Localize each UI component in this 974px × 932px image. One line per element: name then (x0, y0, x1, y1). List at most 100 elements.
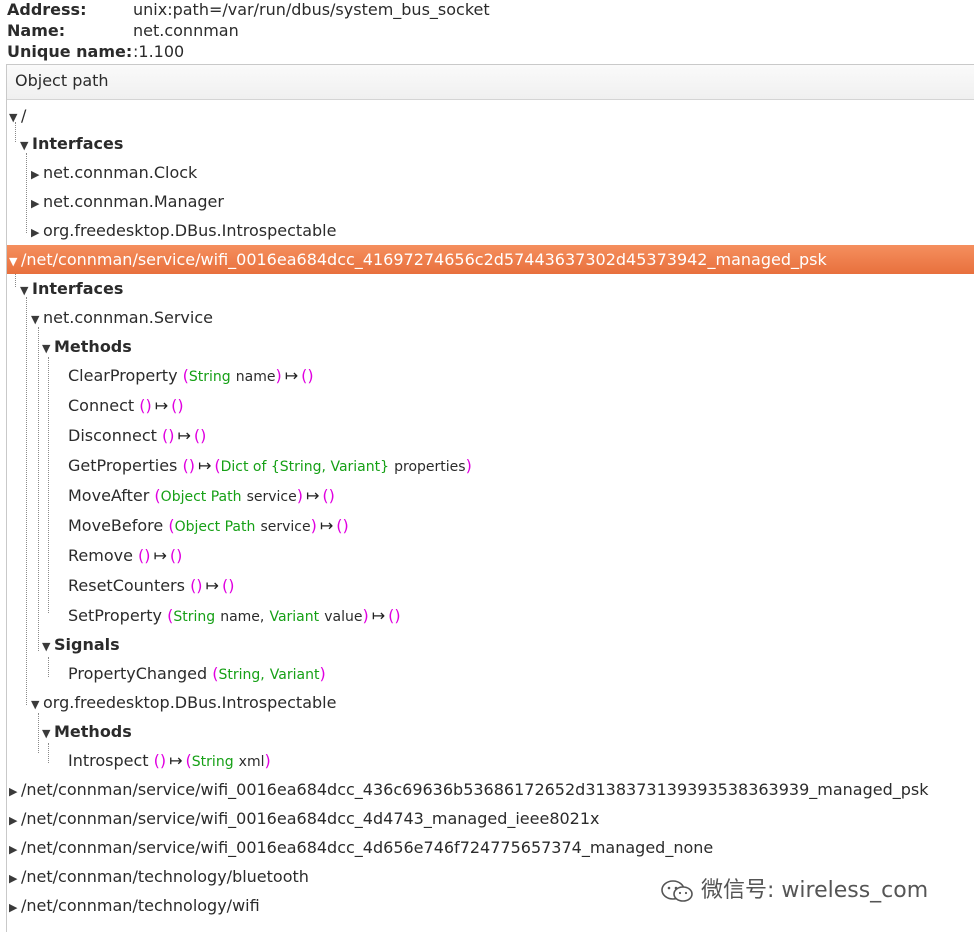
method-remove[interactable]: Remove () ↦() (7, 541, 974, 570)
paren: () (182, 456, 195, 475)
arg-type: Variant (269, 667, 320, 683)
tree-row-manager[interactable]: ▶ net.connman.Manager (7, 187, 974, 216)
tree-node-label: Methods (54, 722, 132, 741)
method-name: MoveAfter (68, 486, 150, 505)
object-tree-panel[interactable]: Object path ▼ / ▼ Interfaces ▶ net.connman.… (6, 64, 974, 932)
tree-row-interfaces[interactable]: ▼ Interfaces (7, 274, 974, 303)
tree-row-signals[interactable]: ▼ Signals (7, 630, 974, 659)
arg-name: properties (394, 459, 466, 475)
name-value: net.connman (133, 21, 239, 40)
paren: ) (319, 664, 326, 683)
tree-row-interfaces[interactable]: ▼ Interfaces (7, 129, 974, 158)
tree-row-introspectable[interactable]: ▼ org.freedesktop.DBus.Introspectable (7, 688, 974, 717)
method-introspect[interactable]: Introspect () ↦ (String xml) (7, 746, 974, 775)
name-label: Name: (7, 21, 66, 40)
paren: () (322, 486, 335, 505)
tree-row-methods[interactable]: ▼ Methods (7, 332, 974, 361)
tree-node-label: /net/connman/service/wifi_0016ea684dcc_4… (21, 250, 827, 269)
tree-node-label: net.connman.Clock (43, 163, 198, 182)
paren: () (221, 576, 235, 595)
wechat-icon (661, 880, 693, 902)
maps-to-icon: ↦ (305, 486, 320, 505)
expand-arrow-icon[interactable]: ▼ (42, 719, 54, 748)
paren: () (301, 366, 314, 385)
tree-row-methods[interactable]: ▼ Methods (7, 717, 974, 746)
expand-arrow-icon[interactable]: ▼ (7, 103, 21, 132)
arg-name: name (235, 369, 276, 385)
collapse-arrow-icon[interactable]: ▶ (7, 777, 21, 806)
method-connect[interactable]: Connect () ↦() (7, 391, 974, 420)
tree-row-service[interactable]: ▼ net.connman.Service (7, 303, 974, 332)
tree-node-label: /net/connman/service/wifi_0016ea684dcc_4… (21, 809, 600, 828)
tree-node-label: /net/connman/technology/wifi (21, 896, 260, 915)
method-name: Remove (68, 546, 133, 565)
arg-type: String (191, 754, 234, 770)
maps-to-icon: ↦ (371, 606, 386, 625)
paren: () (138, 546, 151, 565)
name-line: Name: net.connman (7, 21, 239, 41)
collapse-arrow-icon[interactable]: ▶ (7, 864, 21, 893)
paren: () (190, 576, 203, 595)
arg-name: service (260, 519, 311, 535)
tree-row-path[interactable]: ▶/net/connman/service/wifi_0016ea684dcc_… (7, 775, 974, 804)
collapse-arrow-icon[interactable]: ▶ (31, 218, 43, 247)
method-name: Disconnect (68, 426, 157, 445)
tree-row-path[interactable]: ▶/net/connman/service/wifi_0016ea684dcc_… (7, 804, 974, 833)
arg-name: value (324, 609, 363, 625)
tree-row-wifi-psk-selected[interactable]: ▼/net/connman/service/wifi_0016ea684dcc_… (7, 245, 974, 274)
paren: () (169, 546, 183, 565)
expand-arrow-icon[interactable]: ▼ (20, 131, 32, 160)
maps-to-icon: ↦ (284, 366, 299, 385)
expand-arrow-icon[interactable]: ▼ (7, 247, 21, 276)
tree-node-label: Signals (54, 635, 120, 654)
method-clear-property[interactable]: ClearProperty (String name) ↦() (7, 361, 974, 390)
signal-name: PropertyChanged (68, 664, 208, 683)
method-disconnect[interactable]: Disconnect () ↦() (7, 421, 974, 450)
signal-property-changed[interactable]: PropertyChanged (String, Variant) (7, 659, 974, 688)
expand-arrow-icon[interactable]: ▼ (31, 690, 43, 719)
collapse-arrow-icon[interactable]: ▶ (7, 806, 21, 835)
paren: () (171, 396, 184, 415)
tree-node-label: /net/connman/service/wifi_0016ea684dcc_4… (21, 780, 929, 799)
tree-node-label: org.freedesktop.DBus.Introspectable (43, 221, 337, 240)
paren: ) (465, 456, 472, 475)
tree-node-label: Interfaces (32, 279, 124, 298)
maps-to-icon: ↦ (154, 396, 169, 415)
tree-node-label: net.connman.Manager (43, 192, 224, 211)
expand-arrow-icon[interactable]: ▼ (31, 305, 43, 334)
arg-name: service (246, 489, 297, 505)
method-move-after[interactable]: MoveAfter (Object Path service) ↦() (7, 481, 974, 510)
watermark: 微信号: wireless_com (660, 872, 928, 904)
method-reset-counters[interactable]: ResetCounters () ↦() (7, 571, 974, 600)
address-line: Address: unix:path=/var/run/dbus/system_b… (7, 0, 490, 20)
arg-name: xml (238, 754, 265, 770)
tree-row-path[interactable]: ▶/net/connman/service/wifi_0016ea684dcc_… (7, 833, 974, 862)
method-name: MoveBefore (68, 516, 164, 535)
maps-to-icon: ↦ (177, 426, 191, 445)
method-name: GetProperties (68, 456, 178, 475)
column-header-object-path[interactable]: Object path (7, 65, 974, 100)
expand-arrow-icon[interactable]: ▼ (20, 276, 32, 305)
arg-type: Dict of {String, Variant} (220, 459, 390, 475)
method-name: ClearProperty (68, 366, 178, 385)
tree-row-root[interactable]: ▼ / (7, 101, 974, 130)
unique-name-label: Unique name: (7, 42, 133, 61)
method-move-before[interactable]: MoveBefore (Object Path service) ↦() (7, 511, 974, 540)
tree-row-introspectable[interactable]: ▶ org.freedesktop.DBus.Introspectable (7, 216, 974, 245)
maps-to-icon: ↦ (153, 546, 167, 565)
collapse-arrow-icon[interactable]: ▶ (7, 893, 21, 922)
collapse-arrow-icon[interactable]: ▶ (31, 189, 43, 218)
collapse-arrow-icon[interactable]: ▶ (7, 835, 21, 864)
method-set-property[interactable]: SetProperty (String name, Variant value)… (7, 601, 974, 630)
expand-arrow-icon[interactable]: ▼ (42, 632, 54, 661)
arg-name: name, (220, 609, 265, 625)
paren: () (193, 426, 207, 445)
column-header-label: Object path (15, 71, 109, 90)
method-get-properties[interactable]: GetProperties () ↦ (Dict of {String, Varia… (7, 451, 974, 480)
arg-type: Object Path (174, 519, 256, 535)
tree-node-label: Methods (54, 337, 132, 356)
collapse-arrow-icon[interactable]: ▶ (31, 160, 43, 189)
tree-row-clock[interactable]: ▶ net.connman.Clock (7, 158, 974, 187)
watermark-text: 微信号: wireless_com (701, 878, 929, 903)
expand-arrow-icon[interactable]: ▼ (42, 334, 54, 363)
